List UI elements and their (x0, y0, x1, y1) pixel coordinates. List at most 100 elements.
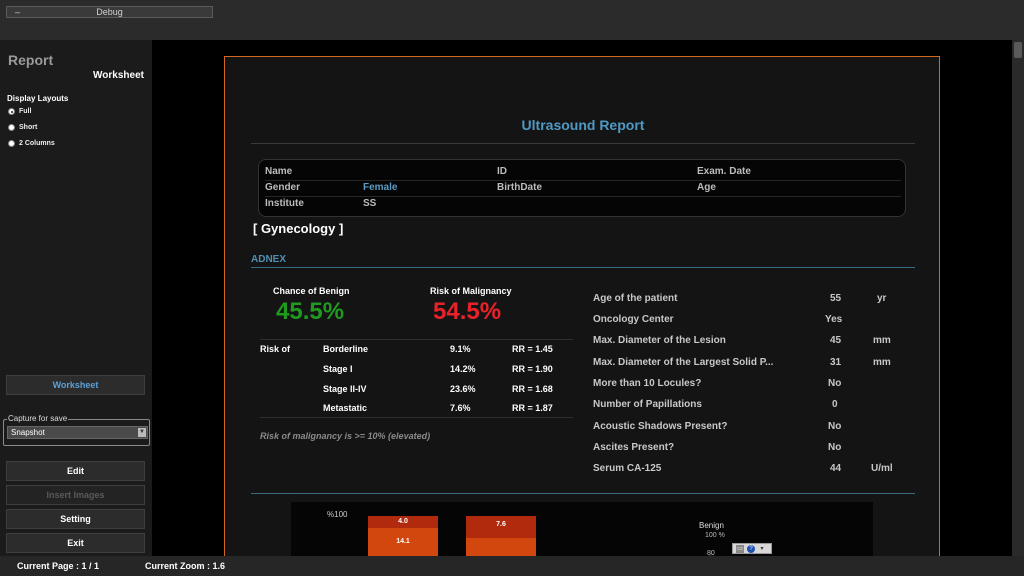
param-label: Max. Diameter of the Largest Solid P... (593, 357, 774, 368)
param-label: More than 10 Locules? (593, 378, 702, 389)
birthdate-label: BirthDate (497, 182, 543, 193)
scroll-thumb[interactable] (1014, 42, 1022, 58)
sidebar: Report Worksheet Display Layouts Full Sh… (0, 40, 152, 556)
layout-option-label: Full (19, 108, 32, 115)
adnex-heading: ADNEX (251, 254, 287, 265)
param-label: Serum CA-125 (593, 463, 662, 474)
risk-row-rr: RR = 1.90 (512, 364, 553, 374)
exit-button[interactable]: Exit (6, 533, 145, 553)
exam-date-label: Exam. Date (697, 166, 751, 177)
param-value: No (828, 378, 842, 389)
divider (251, 267, 915, 268)
risk-row-name: Metastatic (323, 403, 368, 413)
edit-button[interactable]: Edit (6, 461, 145, 481)
param-label: Number of Papillations (593, 399, 702, 410)
param-value: 44 (830, 463, 842, 474)
chart-y-label: %100 (327, 510, 348, 519)
capture-select[interactable]: Snapshot ▼ (7, 426, 148, 439)
risk-row-rr: RR = 1.45 (512, 344, 553, 354)
report-page: Ultrasound Report Name ID Exam. Date Gen… (224, 56, 940, 572)
param-unit: mm (873, 335, 891, 346)
layout-option-full[interactable]: Full (8, 108, 31, 115)
param-value: 55 (830, 293, 842, 304)
sidebar-title: Report (8, 52, 54, 68)
capture-for-save-group: Capture for save Snapshot ▼ (3, 414, 150, 446)
risk-row-name: Stage II-IV (323, 384, 367, 394)
capture-value: Snapshot (11, 428, 45, 437)
param-value: Yes (825, 314, 843, 325)
vertical-scrollbar[interactable] (1012, 40, 1024, 556)
divider (265, 180, 901, 181)
risk-row-pct: 14.2% (450, 364, 476, 374)
risk-row-pct: 9.1% (450, 344, 471, 354)
name-label: Name (265, 166, 293, 177)
radar-title: Benign (699, 521, 724, 530)
section-heading: [ Gynecology ] (253, 221, 344, 236)
worksheet-button[interactable]: Worksheet (6, 375, 145, 395)
benign-label: Chance of Benign (273, 286, 350, 296)
image-icon[interactable]: ▭ (736, 544, 744, 553)
chart-bar-label: 4.0 (398, 518, 408, 525)
gender-value: Female (363, 182, 398, 193)
age-label: Age (697, 182, 716, 193)
radar-scale-label: 100 % (705, 532, 725, 539)
institute-value: SS (363, 198, 377, 209)
param-unit: U/ml (871, 463, 893, 474)
benign-value: 45.5% (276, 298, 345, 325)
param-label: Max. Diameter of the Lesion (593, 335, 726, 346)
radio-icon[interactable] (8, 124, 15, 131)
id-label: ID (497, 166, 507, 177)
help-icon[interactable]: ? (747, 544, 755, 553)
radio-icon[interactable] (8, 140, 15, 147)
divider (265, 196, 901, 197)
patient-info-box: Name ID Exam. Date Gender Female BirthDa… (258, 159, 906, 217)
param-value: 31 (830, 357, 842, 368)
chart-bar-label: 14.1 (396, 538, 410, 545)
top-bar: – Debug (0, 0, 1024, 40)
param-label: Acoustic Shadows Present? (593, 421, 728, 432)
divider (260, 339, 573, 340)
layout-option-2-columns[interactable]: 2 Columns (8, 140, 55, 147)
current-zoom: Current Zoom : 1.6 (145, 561, 226, 571)
divider (260, 417, 573, 418)
chevron-down-icon[interactable]: ▼ (138, 428, 146, 437)
param-label: Oncology Center (593, 314, 674, 325)
chart-bar-label: 7.6 (496, 521, 506, 528)
malignancy-label: Risk of Malignancy (430, 286, 512, 296)
risk-row-rr: RR = 1.68 (512, 384, 553, 394)
sidebar-subtitle: Worksheet (93, 70, 144, 81)
risk-row-name: Borderline (323, 344, 369, 354)
report-title: Ultrasound Report (521, 117, 645, 133)
param-unit: yr (877, 293, 887, 304)
risk-row-name: Stage I (323, 364, 353, 374)
gender-label: Gender (265, 182, 301, 193)
malignancy-value: 54.5% (433, 298, 502, 325)
institute-label: Institute (265, 198, 304, 209)
chart-toolbar: ▭ ? ▾ (732, 543, 772, 554)
layout-option-label: 2 Columns (19, 140, 55, 147)
risk-row-rr: RR = 1.87 (512, 403, 553, 413)
param-value: 45 (830, 335, 842, 346)
param-unit: mm (873, 357, 891, 368)
risk-row-pct: 7.6% (450, 403, 471, 413)
insert-images-button[interactable]: Insert Images (6, 485, 145, 505)
param-label: Age of the patient (593, 293, 678, 304)
radio-selected-icon[interactable] (8, 108, 15, 115)
layout-option-short[interactable]: Short (8, 124, 37, 131)
display-layouts-label: Display Layouts (7, 94, 69, 103)
param-value: No (828, 421, 842, 432)
capture-label: Capture for save (7, 414, 69, 423)
chevron-down-icon[interactable]: ▾ (758, 545, 766, 553)
layout-option-label: Short (19, 124, 38, 131)
minimize-icon[interactable]: – (15, 7, 20, 17)
debug-button[interactable]: – Debug (6, 6, 213, 18)
malignancy-note: Risk of malignancy is >= 10% (elevated) (260, 431, 431, 441)
param-value: No (828, 442, 842, 453)
divider (251, 143, 915, 144)
divider (251, 493, 915, 494)
risk-of-label: Risk of (260, 344, 291, 354)
risk-row-pct: 23.6% (450, 384, 476, 394)
setting-button[interactable]: Setting (6, 509, 145, 529)
param-label: Ascites Present? (593, 442, 675, 453)
param-value: 0 (832, 399, 838, 410)
